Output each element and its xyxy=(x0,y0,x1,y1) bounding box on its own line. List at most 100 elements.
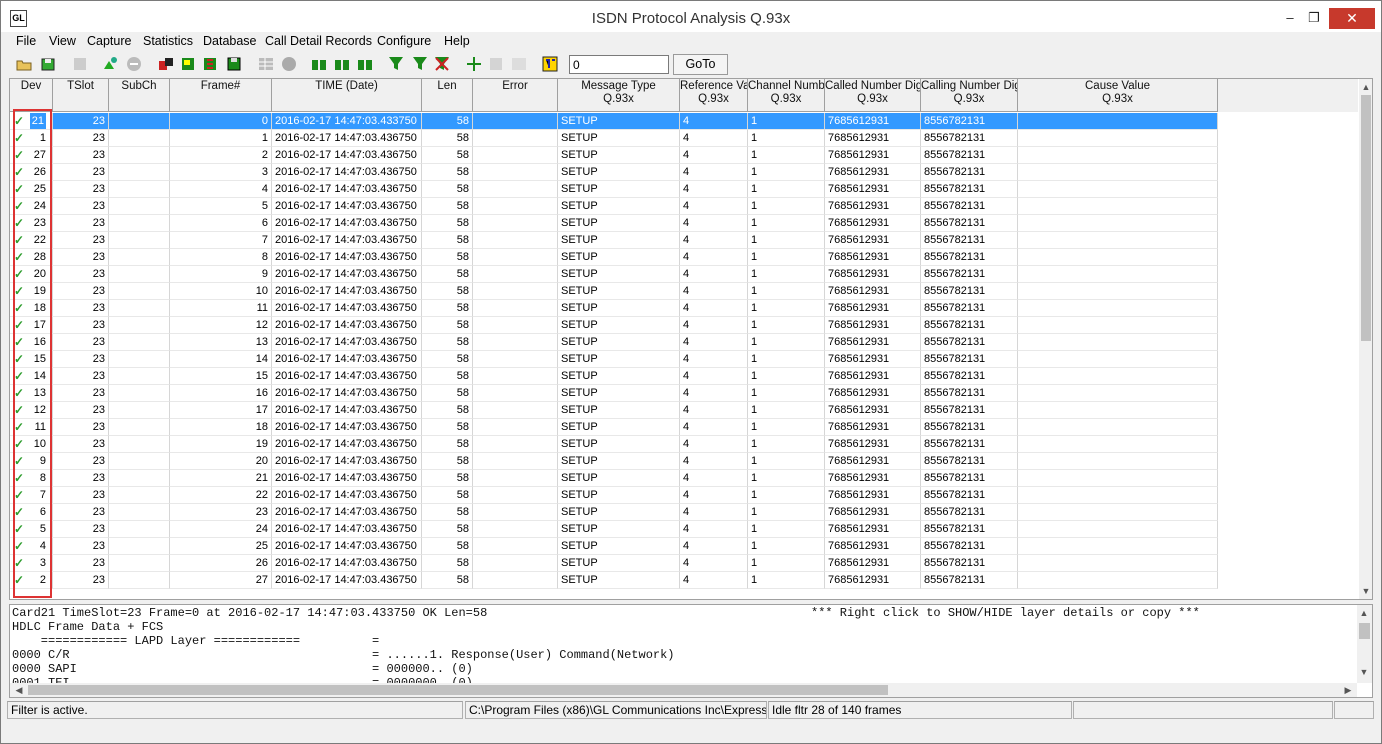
table-row[interactable]: ✓ 16 23 13 2016-02-17 14:47:03.436750 58 SETUP… xyxy=(10,334,1218,351)
table-row[interactable]: ✓ 17 23 12 2016-02-17 14:47:03.436750 58 SETUP… xyxy=(10,317,1218,334)
table-row[interactable]: ✓ 27 23 2 2016-02-17 14:47:03.436750 58 SETUP 4… xyxy=(10,147,1218,164)
table-row[interactable]: ✓ 9 23 20 2016-02-17 14:47:03.436750 58 SETUP 4… xyxy=(10,453,1218,470)
column-header-cause-value[interactable]: Cause Value Q.93x xyxy=(1018,79,1218,112)
grid-view-icon[interactable] xyxy=(257,55,275,73)
scroll-up-icon[interactable]: ▲ xyxy=(1357,606,1371,620)
cell-cause-value xyxy=(1018,130,1218,147)
table-row[interactable]: ✓ 5 23 24 2016-02-17 14:47:03.436750 58 SETUP 4… xyxy=(10,521,1218,538)
column-header-tslot[interactable]: TSlot xyxy=(53,79,109,112)
tv-icon[interactable] xyxy=(541,55,559,73)
binoculars-icon[interactable] xyxy=(310,55,328,73)
goto-button[interactable]: GoTo xyxy=(673,54,728,75)
column-header-frame[interactable]: Frame# xyxy=(170,79,272,112)
column-header-subch[interactable]: SubCh xyxy=(109,79,170,112)
frame-detail-pane[interactable]: Card21 TimeSlot=23 Frame=0 at 2016-02-17… xyxy=(9,604,1373,698)
layer-icon[interactable] xyxy=(465,55,483,73)
column-header-dev[interactable]: Dev xyxy=(10,79,53,112)
table-row[interactable]: ✓ 20 23 9 2016-02-17 14:47:03.436750 58 SETUP 4… xyxy=(10,266,1218,283)
close-button[interactable]: ✕ xyxy=(1329,8,1375,29)
cell-time: 2016-02-17 14:47:03.436750 xyxy=(272,249,422,266)
filter-icon[interactable] xyxy=(411,55,429,73)
goto-frame-input[interactable] xyxy=(569,55,669,74)
table-row[interactable]: ✓ 25 23 4 2016-02-17 14:47:03.436750 58 SETUP 4… xyxy=(10,181,1218,198)
scroll-left-icon[interactable]: ◀ xyxy=(12,683,26,697)
table-row[interactable]: ✓ 3 23 26 2016-02-17 14:47:03.436750 58 SETUP 4… xyxy=(10,555,1218,572)
table-row[interactable]: ✓ 2 23 27 2016-02-17 14:47:03.436750 58 SETUP 4… xyxy=(10,572,1218,589)
table-row[interactable]: ✓ 28 23 8 2016-02-17 14:47:03.436750 58 SETUP 4… xyxy=(10,249,1218,266)
open-folder-icon[interactable] xyxy=(15,55,33,73)
menu-statistics[interactable]: Statistics xyxy=(143,34,193,48)
column-header-error[interactable]: Error xyxy=(473,79,558,112)
cell-frame: 6 xyxy=(170,215,272,232)
menu-view[interactable]: View xyxy=(49,34,76,48)
stop-icon[interactable] xyxy=(125,55,143,73)
menu-database[interactable]: Database xyxy=(203,34,257,48)
cell-message-type: SETUP xyxy=(558,232,680,249)
cell-tslot: 23 xyxy=(53,385,109,402)
record-icon[interactable] xyxy=(280,55,298,73)
table-row[interactable]: ✓ 10 23 19 2016-02-17 14:47:03.436750 58 SETUP… xyxy=(10,436,1218,453)
table-row[interactable]: ✓ 11 23 18 2016-02-17 14:47:03.436750 58 SETUP… xyxy=(10,419,1218,436)
table-row[interactable]: ✓ 7 23 22 2016-02-17 14:47:03.436750 58 SETUP 4… xyxy=(10,487,1218,504)
column-header-len[interactable]: Len xyxy=(422,79,473,112)
column-header-channel-number[interactable]: Channel NumberQ.93x xyxy=(748,79,825,112)
table-row[interactable]: ✓ 26 23 3 2016-02-17 14:47:03.436750 58 SETUP 4… xyxy=(10,164,1218,181)
table-row[interactable]: ✓ 15 23 14 2016-02-17 14:47:03.436750 58 SETUP… xyxy=(10,351,1218,368)
menu-capture[interactable]: Capture xyxy=(87,34,131,48)
table-vertical-scrollbar[interactable]: ▲ ▼ xyxy=(1359,79,1372,599)
pdu-icon[interactable] xyxy=(510,55,528,73)
find-next-icon[interactable] xyxy=(333,55,351,73)
filter-clear-icon[interactable] xyxy=(433,55,451,73)
table-row[interactable]: ✓ 19 23 10 2016-02-17 14:47:03.436750 58 SETUP… xyxy=(10,283,1218,300)
table-row[interactable]: ✓ 23 23 6 2016-02-17 14:47:03.436750 58 SETUP 4… xyxy=(10,215,1218,232)
menu-file[interactable]: File xyxy=(16,34,36,48)
cell-frame: 0 xyxy=(170,113,272,130)
scroll-up-icon[interactable]: ▲ xyxy=(1359,80,1372,94)
menu-configure[interactable]: Configure xyxy=(377,34,431,48)
table-row[interactable]: ✓ 13 23 16 2016-02-17 14:47:03.436750 58 SETUP… xyxy=(10,385,1218,402)
export-icon[interactable] xyxy=(179,55,197,73)
column-header-calling-number[interactable]: Calling Number DigitsQ.93x xyxy=(921,79,1018,112)
scroll-thumb[interactable] xyxy=(1361,95,1371,341)
table-row[interactable]: ✓ 8 23 21 2016-02-17 14:47:03.436750 58 SETUP 4… xyxy=(10,470,1218,487)
scroll-down-icon[interactable]: ▼ xyxy=(1359,584,1372,598)
table-row[interactable]: ✓ 22 23 7 2016-02-17 14:47:03.436750 58 SETUP 4… xyxy=(10,232,1218,249)
menu-help[interactable]: Help xyxy=(444,34,470,48)
detail-horizontal-scrollbar[interactable]: ◀ ▶ xyxy=(10,683,1357,697)
save-icon[interactable] xyxy=(39,55,57,73)
status-path: C:\Program Files (x86)\GL Communications… xyxy=(465,701,767,719)
capture-start-icon[interactable] xyxy=(101,55,119,73)
table-row[interactable]: ✓ 14 23 15 2016-02-17 14:47:03.436750 58 SETUP… xyxy=(10,368,1218,385)
call-icon[interactable] xyxy=(157,55,175,73)
scroll-down-icon[interactable]: ▼ xyxy=(1357,665,1371,679)
table-row[interactable]: ✓ 6 23 23 2016-02-17 14:47:03.436750 58 SETUP 4… xyxy=(10,504,1218,521)
table-row[interactable]: ✓ 21 23 0 2016-02-17 14:47:03.433750 58 SETUP 4… xyxy=(10,113,1218,130)
cell-error xyxy=(473,181,558,198)
detail-vertical-scrollbar[interactable]: ▲ ▼ xyxy=(1357,605,1372,683)
check-disabled-icon[interactable] xyxy=(71,55,89,73)
cell-calling-number: 8556782131 xyxy=(921,538,1018,555)
decode-disabled-icon[interactable] xyxy=(487,55,505,73)
scroll-thumb[interactable] xyxy=(1359,623,1370,639)
table-row[interactable]: ✓ 18 23 11 2016-02-17 14:47:03.436750 58 SETUP… xyxy=(10,300,1218,317)
table-row[interactable]: ✓ 4 23 25 2016-02-17 14:47:03.436750 58 SETUP 4… xyxy=(10,538,1218,555)
cell-calling-number: 8556782131 xyxy=(921,283,1018,300)
save-disk-icon[interactable] xyxy=(225,55,243,73)
table-row[interactable]: ✓ 12 23 17 2016-02-17 14:47:03.436750 58 SETUP… xyxy=(10,402,1218,419)
title-bar[interactable]: GL ISDN Protocol Analysis Q.93x – ❐ ✕ xyxy=(1,1,1381,32)
column-header-called-number[interactable]: Called Number DigitsQ.93x xyxy=(825,79,921,112)
restore-button[interactable]: ❐ xyxy=(1299,8,1329,29)
scroll-thumb[interactable] xyxy=(28,685,888,695)
filter-set-icon[interactable] xyxy=(387,55,405,73)
column-header-reference-value[interactable]: Reference Va Q.93x xyxy=(680,79,748,112)
find-prev-icon[interactable] xyxy=(356,55,374,73)
column-header-sublabel: Q.93x xyxy=(698,93,729,105)
menu-call-detail-records[interactable]: Call Detail Records xyxy=(265,34,372,48)
column-header-time[interactable]: TIME (Date) xyxy=(272,79,422,112)
table-row[interactable]: ✓ 24 23 5 2016-02-17 14:47:03.436750 58 SETUP 4… xyxy=(10,198,1218,215)
summary-icon[interactable] xyxy=(201,55,219,73)
cell-cause-value xyxy=(1018,351,1218,368)
column-header-message-type[interactable]: Message Type Q.93x xyxy=(558,79,680,112)
scroll-right-icon[interactable]: ▶ xyxy=(1341,683,1355,697)
table-row[interactable]: ✓ 1 23 1 2016-02-17 14:47:03.436750 58 SETUP 4 1… xyxy=(10,130,1218,147)
